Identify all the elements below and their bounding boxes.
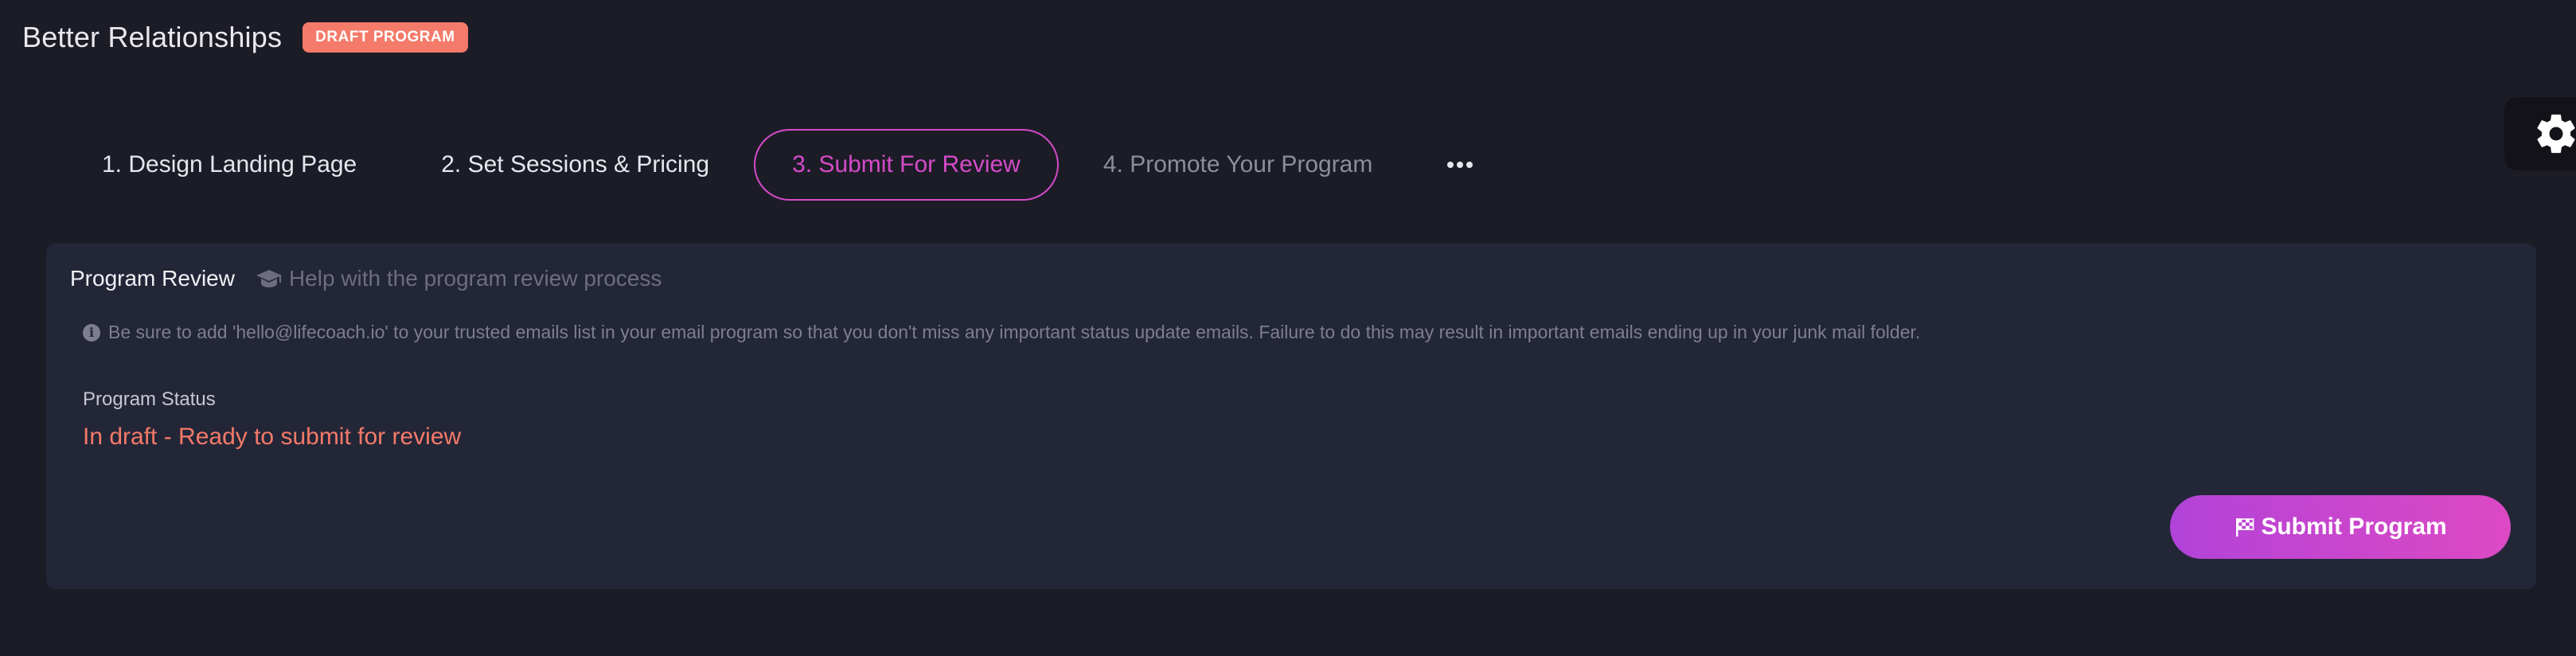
program-status-value: In draft - Ready to submit for review: [83, 424, 462, 450]
program-title: Better Relationships: [22, 21, 283, 53]
gear-icon: [2537, 114, 2575, 154]
tab-submit-for-review[interactable]: 3. Submit For Review: [754, 129, 1059, 201]
notice-text: Be sure to add 'hello@lifecoach.io' to y…: [108, 322, 1921, 342]
program-status-label: Program Status: [83, 389, 216, 410]
status-badge: DRAFT PROGRAM: [302, 22, 468, 53]
submit-program-label: Submit Program: [2261, 513, 2447, 540]
help-link[interactable]: Help with the program review process: [256, 266, 662, 291]
tab-design-landing-page[interactable]: 1. Design Landing Page: [78, 129, 381, 201]
more-tabs-button[interactable]: [1431, 129, 1489, 201]
settings-button[interactable]: [2504, 97, 2576, 170]
help-link-label: Help with the program review process: [288, 266, 662, 291]
panel-title: Program Review: [70, 266, 235, 291]
checkered-flag-icon: [2234, 516, 2256, 538]
step-tabs: 1. Design Landing Page 2. Set Sessions &…: [78, 129, 1489, 201]
ellipsis-icon: [1447, 162, 1473, 168]
info-icon: i: [83, 323, 100, 342]
email-notice: i Be sure to add 'hello@lifecoach.io' to…: [83, 322, 1920, 343]
graduation-cap-icon: [256, 270, 282, 287]
program-review-panel: Program Review Help with the program rev…: [46, 244, 2536, 589]
tab-set-sessions-pricing[interactable]: 2. Set Sessions & Pricing: [417, 129, 733, 201]
page-header: Better Relationships DRAFT PROGRAM: [22, 21, 468, 54]
tab-promote-your-program[interactable]: 4. Promote Your Program: [1079, 129, 1397, 201]
panel-header: Program Review Help with the program rev…: [70, 266, 662, 291]
submit-program-button[interactable]: Submit Program: [2170, 495, 2511, 559]
page: Better Relationships DRAFT PROGRAM 1. De…: [0, 0, 2576, 656]
